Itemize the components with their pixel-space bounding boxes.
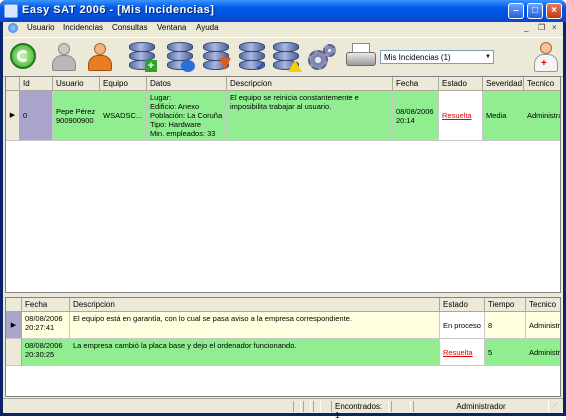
resize-grip-icon[interactable]: ⋰	[551, 402, 561, 412]
status-user: Administrador	[413, 401, 549, 412]
user-grey-button[interactable]	[47, 40, 81, 74]
download-database-button[interactable]	[199, 40, 233, 74]
mdi-close-icon[interactable]: ×	[552, 23, 557, 32]
menu-consultas[interactable]: Consultas	[112, 23, 148, 32]
status-pane-empty	[303, 401, 311, 412]
cell-severidad[interactable]: Media	[483, 91, 524, 141]
window-title: Easy SAT 2006 - [Mis Incidencias]	[22, 4, 215, 16]
check-database-button[interactable]: ✓	[235, 40, 269, 74]
column-header-tecnico[interactable]: Tecnico	[526, 298, 560, 312]
datos-line: Edificio: Anexo	[150, 102, 200, 111]
column-header-id[interactable]: Id	[20, 77, 53, 91]
minimize-button[interactable]: –	[508, 3, 524, 19]
cell-estado[interactable]: En proceso	[440, 312, 485, 339]
close-button[interactable]: ×	[546, 3, 562, 19]
chevron-down-icon[interactable]: ▼	[483, 51, 493, 63]
menu-ventana[interactable]: Ventana	[157, 23, 186, 32]
cell-tiempo[interactable]: 8	[485, 312, 526, 339]
cell-tecnico[interactable]: Administrad	[524, 91, 560, 141]
view-select[interactable]: Mis Incidencias (1) ▼	[380, 50, 494, 64]
printer-icon	[346, 52, 376, 66]
document-icon[interactable]	[8, 23, 18, 33]
column-header-datos[interactable]: Datos	[147, 77, 227, 91]
cell-datos[interactable]: Lugar: Edificio: Anexo Población: La Cor…	[147, 91, 227, 141]
cell-estado[interactable]: Resuelta	[439, 91, 483, 141]
sync-database-button[interactable]	[163, 40, 197, 74]
column-header-fecha[interactable]: Fecha	[22, 298, 70, 312]
menu-incidencias[interactable]: Incidencias	[63, 23, 103, 32]
status-pane-empty	[313, 401, 321, 412]
settings-button[interactable]	[305, 40, 339, 74]
toolbar: + ✓ Mis Incidencias (1) ▼ +	[3, 37, 563, 77]
row-header-corner	[6, 298, 22, 312]
status-pane-empty	[293, 401, 301, 412]
status-bar: Encontrados: 1 Administrador ⋰	[3, 398, 563, 420]
column-header-descripcion[interactable]: Descripcion	[70, 298, 440, 312]
column-header-tecnico[interactable]: Tecnico	[524, 77, 560, 91]
cell-descripcion[interactable]: El equipo se reinicia constantemente e i…	[227, 91, 393, 141]
menu-bar: Usuario Incidencias Consultas Ventana Ay…	[3, 22, 563, 36]
user-orange-icon	[94, 43, 106, 55]
menu-ayuda[interactable]: Ayuda	[196, 23, 219, 32]
row-selector-icon[interactable]: ▶	[6, 91, 20, 141]
user-orange-button[interactable]	[83, 40, 117, 74]
cell-tiempo[interactable]: 5	[485, 339, 526, 366]
menu-usuario[interactable]: Usuario	[27, 23, 55, 32]
column-header-fecha[interactable]: Fecha	[393, 77, 439, 91]
warning-database-button[interactable]	[269, 40, 303, 74]
column-header-severidad[interactable]: Severidad	[483, 77, 524, 91]
estado-link[interactable]: Resuelta	[443, 348, 473, 357]
datos-line: Min. empleados: 33	[150, 129, 216, 138]
cell-estado[interactable]: Resuelta	[440, 339, 485, 366]
cell-tecnico[interactable]: Administrad	[526, 339, 560, 366]
column-header-estado[interactable]: Estado	[440, 298, 485, 312]
column-header-estado[interactable]: Estado	[439, 77, 483, 91]
incidents-table: Id Usuario Equipo Datos Descripcion Fech…	[5, 76, 561, 293]
column-header-equipo[interactable]: Equipo	[100, 77, 147, 91]
cell-fecha[interactable]: 08/08/2006 20:30:25	[22, 339, 70, 366]
cell-usuario[interactable]: Pepe Pérez 900900900	[53, 91, 100, 141]
mdi-restore-icon[interactable]: ❐	[538, 23, 545, 32]
estado-link[interactable]: Resuelta	[442, 111, 472, 120]
cell-descripcion[interactable]: La empresa cambió la placa base y dejo e…	[70, 339, 440, 366]
status-found: Encontrados: 1	[331, 401, 389, 420]
app-window: Easy SAT 2006 - [Mis Incidencias] – □ × …	[0, 0, 566, 420]
client-area: Usuario Incidencias Consultas Ventana Ay…	[3, 22, 563, 420]
cell-descripcion[interactable]: El equipo está en garantía, con lo cual …	[70, 312, 440, 339]
column-header-descripcion[interactable]: Descripcion	[227, 77, 393, 91]
cell-tecnico[interactable]: Administrad	[526, 312, 560, 339]
refresh-button[interactable]	[6, 40, 40, 74]
app-icon[interactable]	[4, 4, 18, 18]
user-grey-icon	[58, 43, 70, 55]
status-pane-empty	[391, 401, 411, 412]
cell-id[interactable]: 0	[20, 91, 53, 141]
mdi-minimize-icon[interactable]: _	[524, 23, 528, 32]
doctor-user-icon	[540, 42, 552, 54]
maximize-button[interactable]: □	[527, 3, 543, 19]
history-table: Fecha Descripcion Estado Tiempo Tecnico …	[5, 297, 561, 397]
datos-line: Tipo: Hardware	[150, 120, 201, 129]
title-bar[interactable]: Easy SAT 2006 - [Mis Incidencias] – □ ×	[0, 0, 566, 22]
column-header-tiempo[interactable]: Tiempo	[485, 298, 526, 312]
datos-line: Lugar:	[150, 93, 172, 102]
row-selector[interactable]	[6, 339, 22, 366]
cell-fecha[interactable]: 08/08/2006 20:14	[393, 91, 439, 141]
cell-fecha[interactable]: 08/08/2006 20:27:41	[22, 312, 70, 339]
row-selector-icon[interactable]: ▶	[6, 312, 22, 339]
cell-equipo[interactable]: WSADSC...	[100, 91, 147, 141]
row-header-corner	[6, 77, 20, 91]
view-select-value: Mis Incidencias (1)	[384, 53, 451, 62]
column-header-usuario[interactable]: Usuario	[53, 77, 100, 91]
add-database-button[interactable]: +	[125, 40, 159, 74]
print-button[interactable]	[343, 40, 377, 74]
technician-button[interactable]: +	[529, 40, 563, 74]
datos-line: Población: La Coruña	[150, 111, 223, 120]
